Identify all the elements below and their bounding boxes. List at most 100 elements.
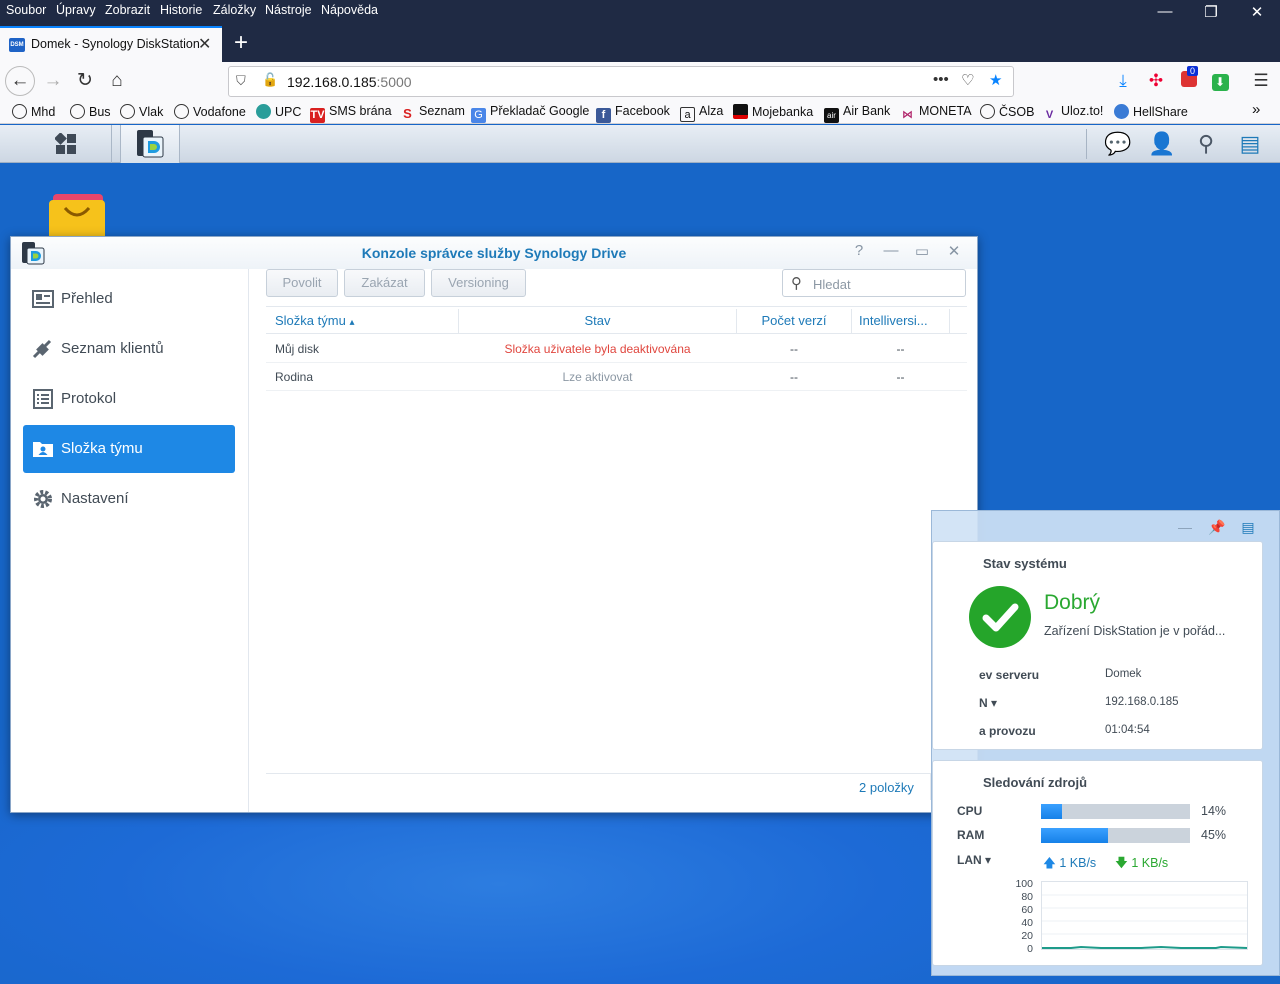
bookmark-item[interactable]: Mhd [12,104,55,119]
help-icon[interactable]: ? [847,242,871,259]
grid-menu-icon [55,133,76,154]
bookmark-item[interactable]: f Facebook [596,104,670,123]
column-header-intelliversioning[interactable]: Intelliversi... [859,313,928,328]
uptime-value: 01:04:54 [1105,724,1150,736]
bookmark-star-icon[interactable]: ★ [989,71,1002,89]
widgets-icon[interactable]: ▤ [1235,131,1265,157]
close-icon[interactable]: ✕ [942,242,966,260]
bookmark-item[interactable]: S Seznam [400,104,465,121]
bookmark-item[interactable]: Bus [70,104,111,119]
search-field[interactable]: ⚲ Hledat [782,269,966,297]
globe-icon [174,104,189,119]
minimize-widget-icon[interactable]: — [1174,519,1196,535]
bookmark-item[interactable]: Vlak [120,104,163,119]
column-header-team-folder[interactable]: Složka týmu ▴ [275,313,354,328]
bookmark-item[interactable]: Vodafone [174,104,246,119]
back-icon[interactable]: ← [5,66,35,96]
enable-button[interactable]: Povolit [266,269,338,297]
sidebar-item-team-folder[interactable]: Složka týmu [23,425,235,473]
reload-icon[interactable]: ↻ [70,67,100,95]
bookmark-item[interactable]: TV SMS brána [310,104,392,123]
taskbar-drive-app[interactable] [120,125,180,163]
ulozto-icon: V [1045,109,1054,121]
bookmark-item[interactable]: HellShare [1114,104,1188,119]
sidebar-item-label: Seznam klientů [61,340,164,357]
disable-button[interactable]: Zakázat [344,269,425,297]
lan-label[interactable]: N ▾ [979,696,997,710]
search-icon[interactable]: ⚲ [1191,131,1221,157]
more-bookmarks-icon[interactable]: » [1252,101,1260,118]
menu-help[interactable]: Nápověda [321,3,378,17]
column-header-status[interactable]: Stav [459,313,736,328]
hamburger-menu-icon[interactable]: ☰ [1250,71,1272,91]
bookmark-item[interactable]: a Alza [680,104,723,122]
facebook-icon: f [596,108,611,123]
package-center-icon[interactable] [47,190,107,240]
forward-icon[interactable]: → [38,67,68,95]
sidebar-item-clients[interactable]: Seznam klientů [23,325,235,373]
minimize-icon[interactable]: — [879,242,903,259]
bookmark-item[interactable]: UPC [256,104,301,119]
close-window-icon[interactable]: ✕ [1242,3,1272,21]
downloads-icon[interactable]: ⤓ [1112,71,1134,91]
bookmark-item[interactable]: Mojebanka [733,104,813,119]
table-row[interactable]: Rodina Lze aktivovat -- -- [266,363,967,391]
mojebanka-icon [733,104,748,119]
ram-value: 45% [1201,828,1227,842]
airbank-icon: air [824,108,839,123]
ip-value: 192.168.0.185 [1105,696,1179,708]
bookmark-item[interactable]: V Uloz.to! [1042,104,1104,123]
globe-icon [70,104,85,119]
chart-tick: 100 [1015,878,1033,890]
sidebar-item-overview[interactable]: Přehled [23,275,235,323]
menu-tools[interactable]: Nástroje [265,3,312,17]
browser-tab[interactable]: DSM Domek - Synology DiskStation ✕ [0,26,222,62]
close-tab-icon[interactable]: ✕ [198,34,211,54]
menu-history[interactable]: Historie [160,3,202,17]
versioning-button[interactable]: Versioning [431,269,526,297]
insecure-lock-icon[interactable]: 🔓 [262,72,278,88]
download-arrow-icon: 🡇 [1115,856,1128,870]
bookmark-item[interactable]: air Air Bank [824,104,890,123]
pin-icon[interactable]: 📌 [1206,519,1228,536]
sms-icon: TV [310,108,325,123]
user-icon[interactable]: 👤 [1147,131,1177,157]
sidebar-item-log[interactable]: Protokol [23,375,235,423]
search-icon: ⚲ [791,275,802,292]
table-row[interactable]: Můj disk Složka uživatele byla deaktivov… [266,335,967,363]
notifications-icon[interactable]: 💬 [1103,131,1133,157]
sidebar-item-settings[interactable]: Nastavení [23,475,235,523]
table-footer: 2 položky ↻ [266,773,967,800]
browser-nav-bar: ← → ↻ ⌂ ⛉ 🔓 192.168.0.185:5000 ••• ♡ ★ ⤓… [0,62,1280,100]
main-menu-button[interactable] [0,125,112,163]
window-title-bar[interactable]: Konzole správce služby Synology Drive ? … [11,237,977,269]
menu-edit[interactable]: Úpravy [56,3,96,17]
lan-selector[interactable]: LAN ▾ [957,853,991,867]
tracking-shield-icon[interactable]: ⛉ [236,73,246,89]
url-text[interactable]: 192.168.0.185:5000 [287,74,412,90]
download-helper-icon[interactable]: ⬇ [1209,71,1231,91]
new-tab-icon[interactable]: + [228,29,254,57]
bookmark-item[interactable]: ⋈ MONETA [900,104,972,123]
url-bar[interactable]: ⛉ 🔓 192.168.0.185:5000 ••• ♡ ★ [228,66,1014,97]
column-header-versions[interactable]: Počet verzí [737,313,851,328]
system-description: Zařízení DiskStation je v pořád... [1044,624,1226,638]
tab-title: Domek - Synology DiskStation [31,37,200,51]
extension-puzzle-icon[interactable]: ✣ [1145,71,1167,91]
bookmark-item[interactable]: G Překladač Google [471,104,589,123]
menu-file[interactable]: Soubor [6,3,46,17]
settings-icon [34,490,52,508]
widget-menu-icon[interactable]: ▤ [1237,519,1259,536]
restore-icon[interactable]: ❐ [1196,3,1226,21]
globe-icon [120,104,135,119]
maximize-icon[interactable]: ▭ [910,242,934,260]
minimize-icon[interactable]: — [1150,3,1180,20]
pocket-icon[interactable]: ♡ [961,71,974,89]
home-icon[interactable]: ⌂ [102,67,132,95]
menu-bookmarks[interactable]: Záložky [213,3,256,17]
menu-view[interactable]: Zobrazit [105,3,150,17]
bookmark-item[interactable]: ČSOB [980,104,1034,119]
page-actions-icon[interactable]: ••• [933,71,949,88]
extension-badge-icon[interactable]: 0 [1178,66,1200,91]
sidebar-item-label: Protokol [61,390,117,407]
